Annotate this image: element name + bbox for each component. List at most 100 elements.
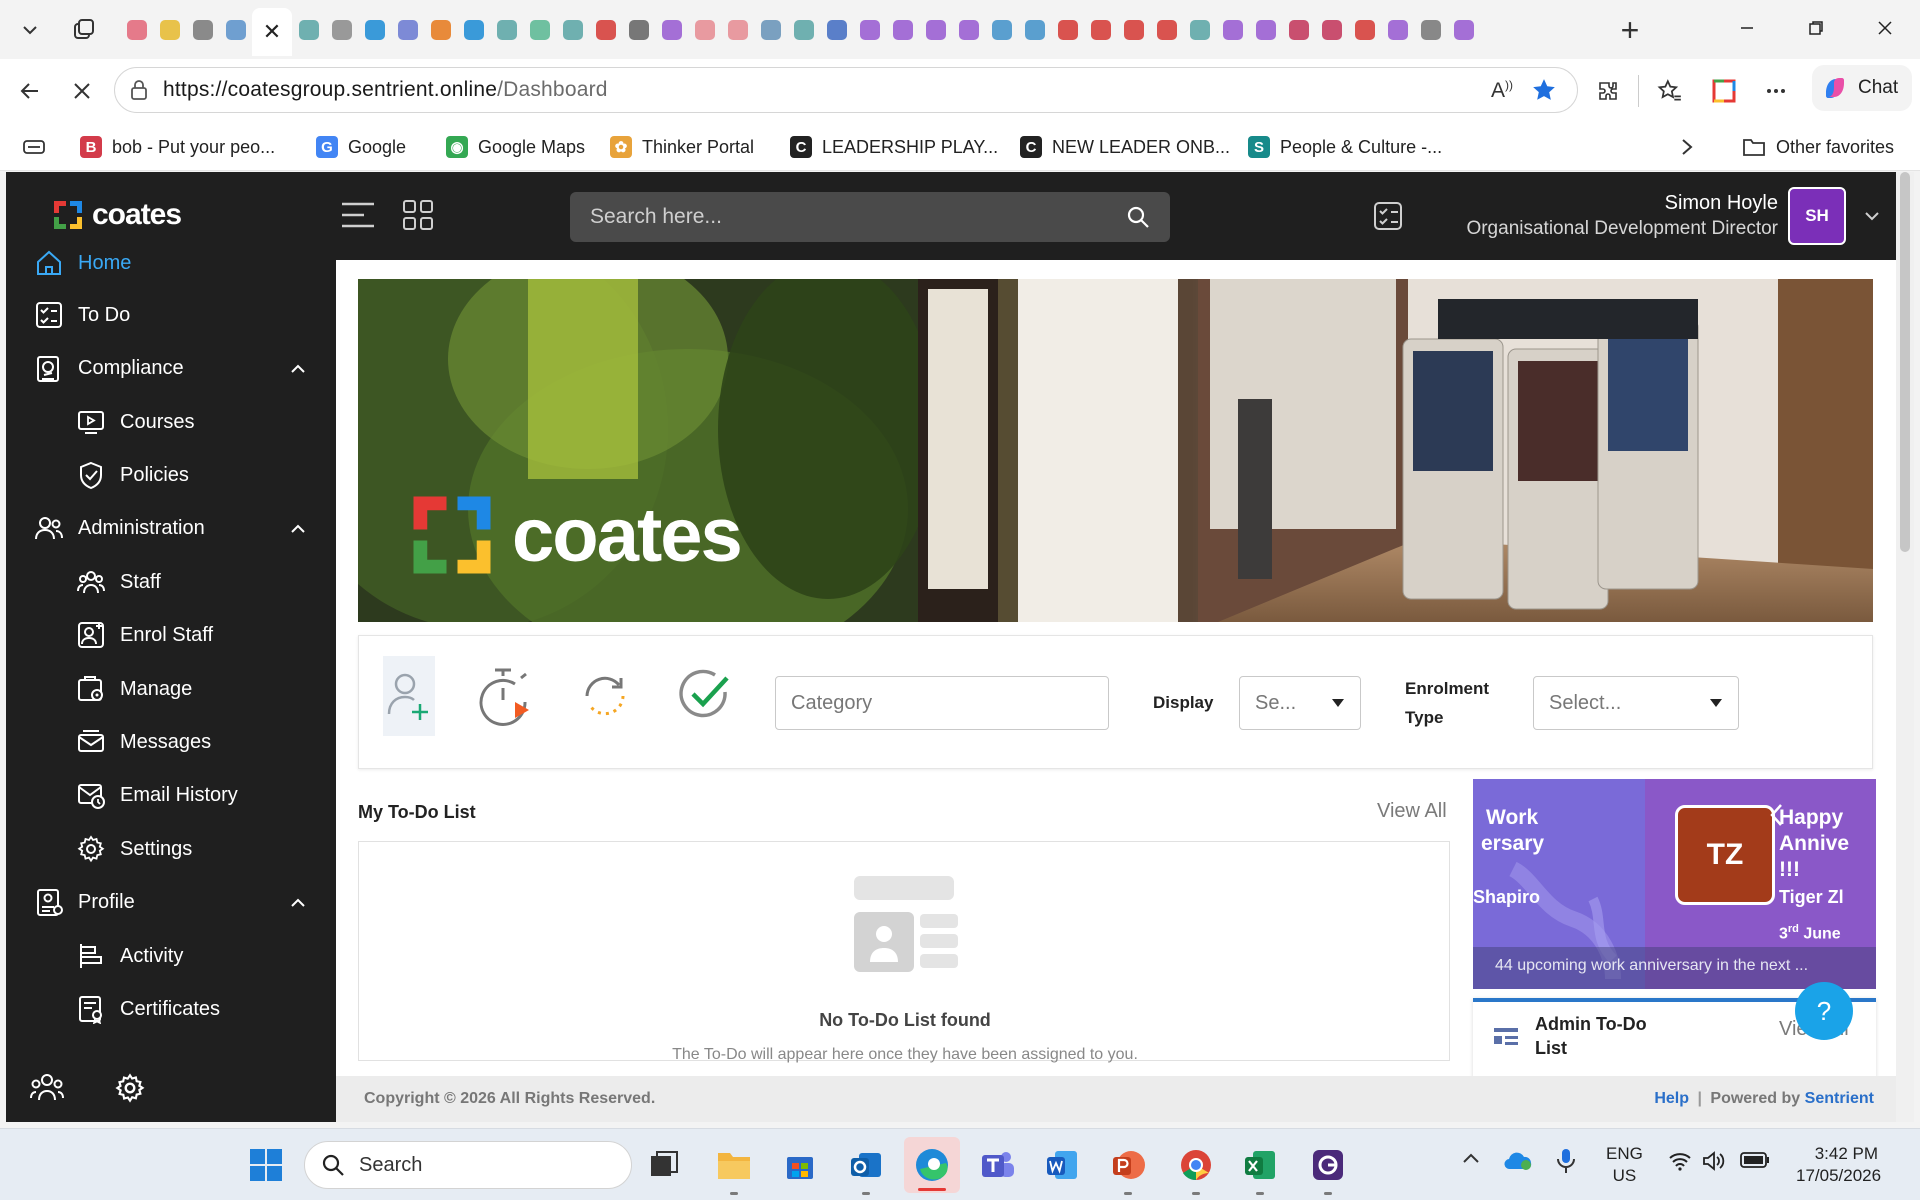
browser-tab[interactable]	[919, 10, 952, 50]
browser-tab[interactable]	[424, 10, 457, 50]
lock-icon[interactable]	[129, 79, 149, 101]
microsoft-store-icon[interactable]	[778, 1143, 822, 1187]
sidebar-item-policies[interactable]: Policies	[76, 460, 189, 490]
browser-tab[interactable]	[120, 10, 153, 50]
stop-loading-button[interactable]	[62, 71, 102, 111]
category-input[interactable]: Category	[775, 676, 1109, 730]
display-select[interactable]: Se...	[1239, 676, 1361, 730]
sidebar-item-email-history[interactable]: Email History	[76, 780, 238, 810]
enrolment-type-select[interactable]: Select...	[1533, 676, 1739, 730]
browser-tab[interactable]	[391, 10, 424, 50]
browser-tab[interactable]	[1249, 10, 1282, 50]
collapse-chevron-up-icon[interactable]	[290, 523, 306, 535]
chrome-icon[interactable]	[1174, 1143, 1218, 1195]
pending-refresh-icon[interactable]	[577, 668, 633, 724]
excel-icon[interactable]	[1238, 1143, 1282, 1195]
favorite-star-icon[interactable]	[1531, 77, 1557, 103]
outlook-icon[interactable]	[844, 1143, 888, 1195]
url-field[interactable]: https://coatesgroup.sentrient.online/Das…	[114, 67, 1578, 113]
browser-tab[interactable]	[985, 10, 1018, 50]
browser-tab[interactable]	[1315, 10, 1348, 50]
browser-tab[interactable]	[1348, 10, 1381, 50]
collapse-chevron-up-icon[interactable]	[290, 897, 306, 909]
read-aloud-icon[interactable]: A))	[1491, 78, 1513, 103]
user-info[interactable]: Simon Hoyle Organisational Development D…	[1466, 192, 1778, 240]
sidebar-item-manage[interactable]: Manage	[76, 674, 192, 704]
browser-tab[interactable]	[153, 10, 186, 50]
favorites-icon[interactable]	[1650, 71, 1690, 111]
favorite-link[interactable]: ✿ Thinker Portal	[610, 133, 754, 161]
back-button[interactable]	[10, 71, 50, 111]
settings-gear-icon[interactable]	[114, 1072, 146, 1104]
sidebar-item-settings[interactable]: Settings	[76, 834, 192, 864]
apps-grid-icon[interactable]	[402, 199, 434, 231]
tab-actions-chevron-icon[interactable]	[10, 10, 50, 50]
copilot-chat-button[interactable]: Chat	[1812, 65, 1912, 111]
new-tab-button[interactable]: +	[1610, 10, 1650, 50]
sidebar-item-home[interactable]: Home	[34, 248, 131, 278]
more-options-icon[interactable]	[1756, 71, 1796, 111]
favorite-link[interactable]: Bbob - Put your peo...	[80, 133, 275, 161]
task-view-icon[interactable]	[642, 1143, 686, 1187]
browser-tab[interactable]	[688, 10, 721, 50]
browser-tab[interactable]	[1381, 10, 1414, 50]
my-todo-view-all-link[interactable]: View All	[1377, 800, 1447, 823]
hamburger-menu-icon[interactable]	[340, 200, 376, 230]
active-tab-close-icon[interactable]: ✕	[252, 8, 292, 56]
browser-tab[interactable]	[787, 10, 820, 50]
in-progress-timer-icon[interactable]	[477, 666, 537, 726]
powerpoint-icon[interactable]	[1106, 1143, 1150, 1195]
extensions-icon[interactable]	[1588, 71, 1628, 111]
browser-tab[interactable]	[886, 10, 919, 50]
help-link[interactable]: Help	[1654, 1090, 1689, 1107]
browser-tab[interactable]	[358, 10, 391, 50]
browser-tab[interactable]	[853, 10, 886, 50]
brand-logo[interactable]: coates	[52, 198, 182, 232]
browser-tab[interactable]	[1183, 10, 1216, 50]
favorites-overflow-chevron-icon[interactable]	[1680, 133, 1694, 161]
sidebar-item-courses[interactable]: Courses	[76, 407, 194, 437]
microphone-icon[interactable]	[1556, 1147, 1576, 1175]
browser-tab[interactable]	[820, 10, 853, 50]
browser-tab[interactable]	[292, 10, 325, 50]
windows-start-icon[interactable]	[244, 1143, 288, 1187]
browser-tab[interactable]	[1447, 10, 1480, 50]
close-window-button[interactable]	[1858, 8, 1912, 48]
browser-tab[interactable]	[1117, 10, 1150, 50]
reading-list-icon[interactable]	[14, 127, 54, 167]
sidebar-item-certificates[interactable]: Certificates	[76, 994, 220, 1024]
completed-check-icon[interactable]	[675, 666, 733, 724]
clock[interactable]: 3:42 PM 17/05/2026	[1796, 1143, 1881, 1187]
favorite-link[interactable]: G Google	[316, 133, 406, 161]
add-user-icon[interactable]	[383, 656, 435, 736]
favorite-link[interactable]: C NEW LEADER ONB...	[1020, 133, 1230, 161]
sidebar-item-compliance[interactable]: Compliance	[34, 353, 184, 383]
grammarly-app-icon[interactable]	[1306, 1143, 1350, 1195]
browser-tab[interactable]	[1414, 10, 1447, 50]
browser-tab[interactable]	[1084, 10, 1117, 50]
browser-tab[interactable]	[325, 10, 358, 50]
team-icon[interactable]	[30, 1072, 64, 1102]
browser-tab[interactable]	[523, 10, 556, 50]
volume-icon[interactable]	[1702, 1151, 1726, 1171]
teams-icon[interactable]	[976, 1143, 1020, 1187]
browser-tab[interactable]	[1051, 10, 1084, 50]
tasks-checklist-icon[interactable]	[1372, 200, 1404, 232]
browser-tab[interactable]	[490, 10, 523, 50]
word-icon[interactable]	[1040, 1143, 1084, 1187]
carousel-prev-icon[interactable]	[1769, 803, 1783, 827]
favorite-link[interactable]: S People & Culture -...	[1248, 133, 1442, 161]
wifi-icon[interactable]	[1668, 1151, 1692, 1171]
browser-tab[interactable]	[589, 10, 622, 50]
browser-tab[interactable]	[1282, 10, 1315, 50]
browser-tab[interactable]	[457, 10, 490, 50]
favorite-link[interactable]: C LEADERSHIP PLAY...	[790, 133, 998, 161]
other-favorites[interactable]: Other favorites	[1742, 133, 1894, 161]
minimize-button[interactable]	[1720, 8, 1774, 48]
browser-tab[interactable]	[754, 10, 787, 50]
file-explorer-icon[interactable]	[712, 1143, 756, 1195]
browser-tab[interactable]	[721, 10, 754, 50]
sidebar-item-profile[interactable]: Profile	[34, 887, 135, 917]
sidebar-item-to-do[interactable]: To Do	[34, 300, 130, 330]
user-avatar[interactable]: SH	[1788, 187, 1846, 245]
